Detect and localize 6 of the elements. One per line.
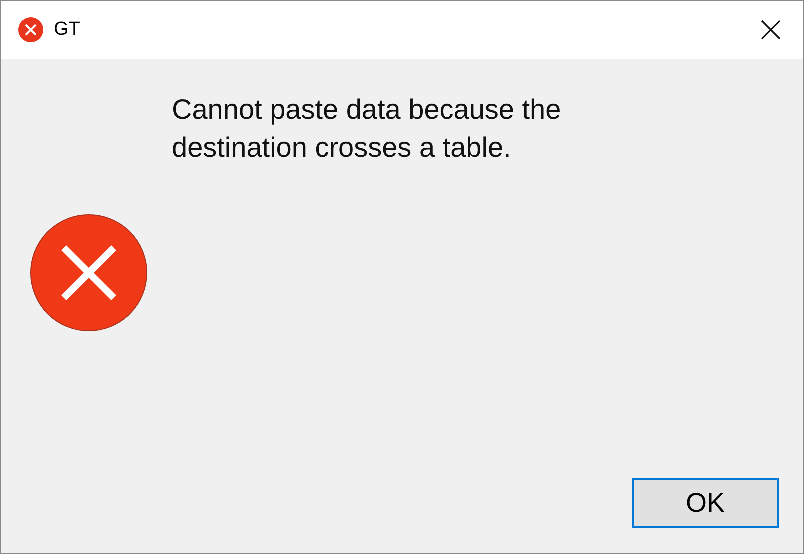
error-icon xyxy=(18,17,44,43)
close-icon[interactable] xyxy=(761,20,781,40)
window-title: GT xyxy=(54,19,82,41)
ok-button[interactable]: OK xyxy=(632,478,779,528)
error-icon xyxy=(30,214,148,332)
error-message: Cannot paste data because the destination crosses a table. xyxy=(172,93,562,165)
